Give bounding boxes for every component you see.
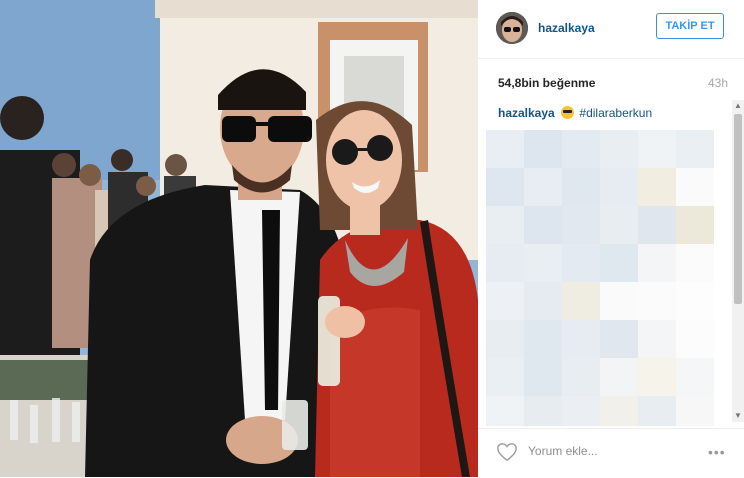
sunglasses-emoji-icon — [561, 106, 575, 119]
scroll-thumb[interactable] — [734, 114, 742, 304]
instagram-post-view: hazalkaya TAKİP ET 54,8bin beğenme 43h h… — [0, 0, 744, 477]
blur-block — [676, 320, 714, 358]
blur-block — [524, 320, 562, 358]
blur-block — [486, 320, 524, 358]
blur-block — [524, 282, 562, 320]
blur-block — [486, 358, 524, 396]
blur-block — [676, 358, 714, 396]
post-photo[interactable] — [0, 0, 478, 477]
likes-count[interactable]: 54,8bin beğenme — [498, 76, 595, 90]
blur-block — [600, 320, 638, 358]
blur-block — [524, 168, 562, 206]
blur-block — [562, 320, 600, 358]
blur-block — [486, 206, 524, 244]
blur-block — [600, 130, 638, 168]
blur-block — [676, 168, 714, 206]
blur-block — [600, 396, 638, 426]
post-caption: hazalkaya #dilaraberkun — [498, 106, 652, 120]
blur-block — [562, 244, 600, 282]
blur-block — [562, 396, 600, 426]
blur-block — [600, 206, 638, 244]
follow-button[interactable]: TAKİP ET — [656, 13, 724, 39]
blur-block — [524, 244, 562, 282]
post-footer: Yorum ekle... ••• — [478, 428, 744, 478]
blur-block — [524, 358, 562, 396]
blur-block — [638, 244, 676, 282]
blur-block — [562, 282, 600, 320]
avatar-image — [496, 12, 528, 44]
blur-block — [638, 168, 676, 206]
blur-block — [562, 130, 600, 168]
blur-block — [524, 396, 562, 426]
profile-avatar[interactable] — [496, 12, 528, 44]
post-image — [0, 0, 478, 477]
more-options-icon[interactable]: ••• — [708, 444, 726, 460]
scroll-up-arrow-icon[interactable]: ▲ — [732, 100, 744, 112]
blur-block — [600, 168, 638, 206]
blur-block — [562, 206, 600, 244]
blur-block — [524, 130, 562, 168]
blur-block — [676, 206, 714, 244]
blur-block — [638, 130, 676, 168]
blur-block — [638, 396, 676, 426]
post-timestamp[interactable]: 43h — [708, 76, 728, 90]
post-sidebar: hazalkaya TAKİP ET 54,8bin beğenme 43h h… — [478, 0, 744, 477]
caption-username[interactable]: hazalkaya — [498, 106, 555, 120]
post-username[interactable]: hazalkaya — [538, 21, 595, 35]
blur-block — [486, 396, 524, 426]
blurred-comments-area — [486, 130, 718, 426]
blur-block — [638, 206, 676, 244]
blur-block — [676, 396, 714, 426]
blur-block — [676, 282, 714, 320]
blur-block — [676, 130, 714, 168]
blur-block — [486, 282, 524, 320]
blur-block — [524, 206, 562, 244]
blur-block — [600, 358, 638, 396]
scroll-down-arrow-icon[interactable]: ▼ — [732, 410, 744, 422]
comment-input[interactable]: Yorum ekle... — [528, 444, 598, 458]
caption-hashtag[interactable]: #dilaraberkun — [579, 106, 652, 120]
blur-block — [486, 130, 524, 168]
blur-block — [600, 282, 638, 320]
comments-scrollbar[interactable]: ▲ ▼ — [732, 100, 744, 422]
blur-block — [486, 244, 524, 282]
blur-block — [562, 358, 600, 396]
blur-block — [638, 358, 676, 396]
heart-icon[interactable] — [496, 441, 518, 463]
blur-block — [638, 282, 676, 320]
blur-block — [486, 168, 524, 206]
blur-block — [562, 168, 600, 206]
post-header: hazalkaya TAKİP ET — [478, 0, 744, 59]
blur-block — [676, 244, 714, 282]
blur-block — [600, 244, 638, 282]
blur-block — [638, 320, 676, 358]
